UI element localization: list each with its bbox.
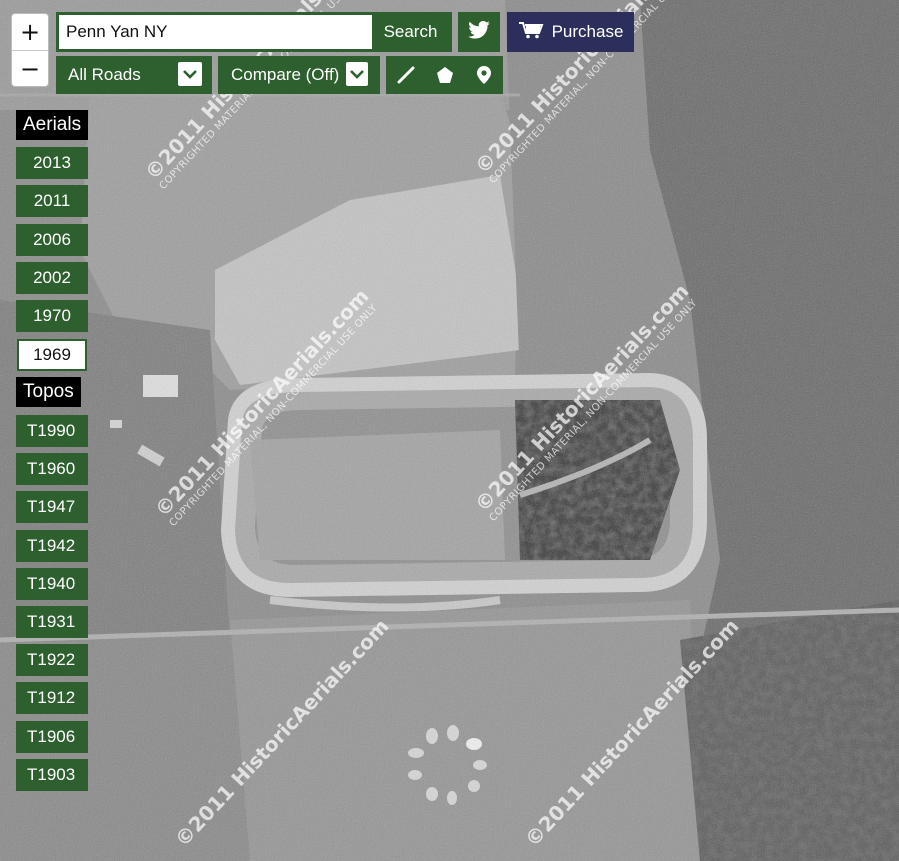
topo-year-T1947[interactable]: T1947 — [16, 491, 88, 524]
compare-select[interactable]: Compare (Off) — [218, 56, 380, 94]
aerial-year-2013[interactable]: 2013 — [16, 147, 88, 179]
topo-year-T1931[interactable]: T1931 — [16, 606, 88, 638]
zoom-out-button[interactable]: − — [12, 51, 48, 87]
aerials-header: Aerials — [16, 110, 89, 140]
purchase-label: Purchase — [551, 22, 624, 41]
chevron-down-icon — [178, 62, 202, 86]
topo-year-T1940[interactable]: T1940 — [16, 567, 88, 600]
chevron-down-icon — [346, 62, 368, 86]
zoom-control: + − — [11, 13, 49, 87]
topo-year-T1906[interactable]: T1906 — [16, 720, 88, 753]
aerial-map[interactable]: ©2011 HistoricAerials.com Copyrighted ma… — [0, 0, 899, 861]
map-marker-icon[interactable] — [469, 60, 499, 90]
search-input[interactable] — [59, 15, 372, 49]
purchase-button[interactable]: Purchase — [507, 12, 634, 52]
search-button[interactable]: Search — [372, 15, 449, 49]
roads-select[interactable]: All Roads — [56, 56, 212, 94]
topo-year-T1942[interactable]: T1942 — [16, 529, 88, 562]
aerial-year-1970[interactable]: 1970 — [16, 300, 88, 333]
topo-year-T1903[interactable]: T1903 — [16, 758, 88, 791]
topo-year-T1960[interactable]: T1960 — [16, 453, 88, 486]
aerial-year-2002[interactable]: 2002 — [16, 261, 88, 294]
draw-polygon-icon[interactable] — [430, 60, 460, 90]
zoom-in-button[interactable]: + — [12, 14, 48, 51]
topo-year-T1990[interactable]: T1990 — [16, 415, 88, 447]
twitter-button[interactable] — [458, 12, 500, 52]
cart-icon — [518, 21, 544, 44]
aerial-year-1969[interactable]: 1969 — [17, 338, 87, 371]
twitter-icon — [468, 20, 490, 43]
topo-year-T1912[interactable]: T1912 — [16, 682, 88, 715]
aerial-year-2006[interactable]: 2006 — [16, 223, 88, 256]
topo-year-T1922[interactable]: T1922 — [16, 644, 88, 677]
compare-select-value: Compare (Off) — [231, 65, 340, 84]
aerial-year-2011[interactable]: 2011 — [16, 185, 88, 218]
draw-line-icon[interactable] — [391, 60, 421, 90]
search-bar: Search — [56, 12, 452, 52]
topos-header: Topos — [16, 377, 81, 407]
roads-select-value: All Roads — [68, 65, 141, 84]
draw-toolbar — [386, 56, 503, 94]
